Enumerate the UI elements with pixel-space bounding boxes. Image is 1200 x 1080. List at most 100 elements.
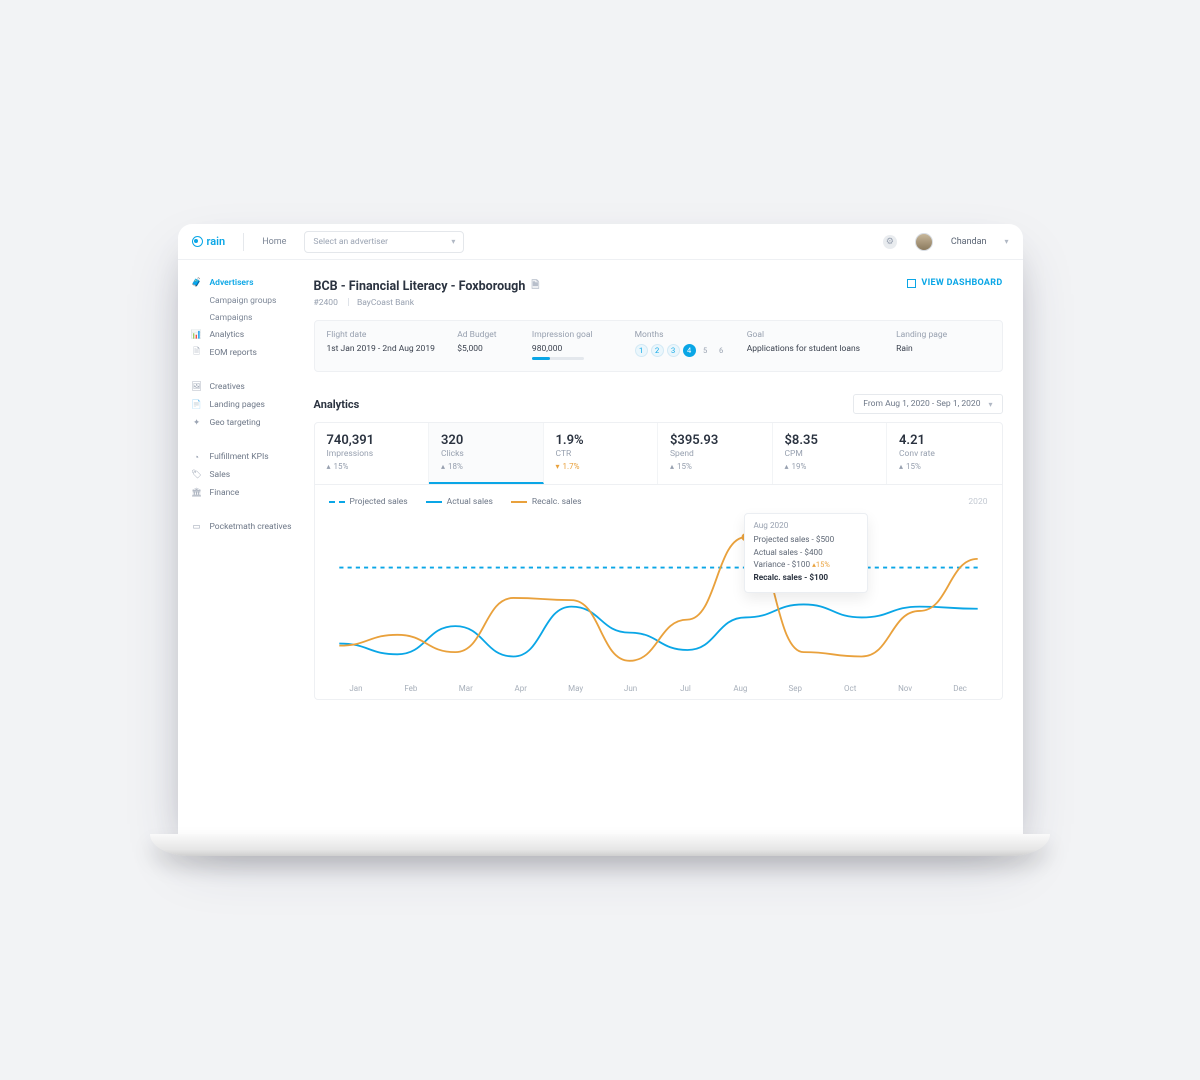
sidebar-item[interactable]: 📄Landing pages: [192, 396, 308, 414]
top-bar: rain Home Select an advertiser ▾ ⚙ Chand…: [178, 224, 1023, 260]
impr-goal-value: 980,000: [532, 344, 635, 354]
months: Months 123456: [635, 330, 747, 360]
month-chip[interactable]: 4: [683, 344, 696, 357]
ad-budget: Ad Budget $5,000: [457, 330, 532, 360]
flight-value: 1st Jan 2019 - 2nd Aug 2019: [327, 344, 458, 354]
sidebar-sub-item[interactable]: Campaigns: [192, 309, 308, 326]
goal: Goal Applications for student loans: [747, 330, 896, 360]
trend-arrow-icon: ▴: [670, 462, 674, 471]
image-icon: 🖼: [192, 382, 202, 392]
chevron-down-icon: ▾: [451, 237, 455, 246]
trend-arrow-icon: ▾: [556, 462, 560, 471]
date-range-picker[interactable]: From Aug 1, 2020 - Sep 1, 2020 ▾: [853, 394, 1002, 414]
dashboard-icon: [907, 279, 916, 288]
bank-icon: 🏛: [192, 488, 202, 498]
kpi-label: Conv rate: [899, 449, 990, 459]
sidebar-item-label: Finance: [210, 488, 240, 498]
kpi-card[interactable]: $8.35CPM▴19%: [773, 423, 888, 484]
tooltip-row: Projected sales - $500: [754, 535, 858, 545]
kpi-value: 320: [441, 433, 531, 448]
avatar[interactable]: [915, 233, 933, 251]
kpi-delta: ▴18%: [441, 462, 531, 471]
sidebar-item[interactable]: 🏛 Finance: [192, 484, 308, 502]
flight-label: Flight date: [327, 330, 458, 340]
x-tick: Sep: [768, 684, 823, 693]
legend-item[interactable]: Projected sales: [329, 497, 408, 507]
sidebar-item-label: Analytics: [210, 330, 245, 340]
sidebar-sub-item[interactable]: Campaign groups: [192, 292, 308, 309]
month-chip[interactable]: 6: [715, 344, 728, 357]
sidebar-item[interactable]: 🗎 EOM reports: [192, 344, 308, 362]
chart-tooltip: Aug 2020Projected sales - $500Actual sal…: [744, 513, 868, 593]
brand-name: rain: [207, 235, 226, 248]
legend-item[interactable]: Recalc. sales: [511, 497, 582, 507]
app-window: rain Home Select an advertiser ▾ ⚙ Chand…: [178, 224, 1023, 834]
legend-label: Recalc. sales: [532, 497, 582, 507]
laptop-base: [150, 834, 1050, 856]
x-tick: Oct: [823, 684, 878, 693]
view-dashboard-button[interactable]: VIEW DASHBOARD: [907, 278, 1002, 288]
kpi-delta: ▴15%: [899, 462, 990, 471]
x-tick: Aug: [713, 684, 768, 693]
settings-gear-icon[interactable]: ⚙: [883, 235, 897, 249]
campaign-summary-strip: Flight date 1st Jan 2019 - 2nd Aug 2019 …: [314, 320, 1003, 372]
brand-logo[interactable]: rain: [192, 235, 226, 248]
kpi-delta: ▴15%: [670, 462, 760, 471]
sidebar-item[interactable]: 🏷Sales: [192, 466, 308, 484]
legend-label: Actual sales: [447, 497, 493, 507]
advertiser-select[interactable]: Select an advertiser ▾: [304, 231, 464, 253]
chart-legend: Projected sales Actual sales Recalc. sales: [329, 497, 988, 507]
kpi-label: Clicks: [441, 449, 531, 459]
sidebar-item[interactable]: ✦Geo targeting: [192, 414, 308, 432]
kpi-card[interactable]: 740,391Impressions▴15%: [315, 423, 430, 484]
sidebar-item[interactable]: 🧳Advertisers: [192, 274, 308, 292]
sidebar-item[interactable]: 📊Analytics: [192, 326, 308, 344]
month-chip[interactable]: 2: [651, 344, 664, 357]
advertiser-name: BayCoast Bank: [340, 298, 414, 308]
kpi-label: Impressions: [327, 449, 417, 459]
kpi-label: Spend: [670, 449, 760, 459]
landing-value: Rain: [896, 344, 989, 354]
kpi-value: $395.93: [670, 433, 760, 448]
divider: [243, 233, 244, 251]
flight-date: Flight date 1st Jan 2019 - 2nd Aug 2019: [327, 330, 458, 360]
chart-plot[interactable]: Aug 2020Projected sales - $500Actual sal…: [329, 517, 988, 682]
logo-mark-icon: [192, 236, 203, 247]
kpi-value: 740,391: [327, 433, 417, 448]
x-tick: Dec: [933, 684, 988, 693]
legend-label: Projected sales: [350, 497, 408, 507]
month-chip[interactable]: 1: [635, 344, 648, 357]
sidebar-item[interactable]: 🖼Creatives: [192, 378, 308, 396]
sidebar-item[interactable]: ◔Fulfillment KPIs: [192, 448, 308, 466]
user-menu-chevron-icon[interactable]: ▾: [1004, 237, 1008, 246]
kpi-card[interactable]: 1.9%CTR▾1.7%: [544, 423, 659, 484]
kpi-card[interactable]: 320Clicks ▴18%: [429, 423, 544, 484]
goal-value: Applications for student loans: [747, 344, 896, 354]
landing-page: Landing page Rain: [896, 330, 989, 360]
budget-label: Ad Budget: [457, 330, 532, 340]
campaign-id: #2400: [314, 298, 338, 308]
page-icon: 📄: [192, 400, 202, 410]
month-chip[interactable]: 5: [699, 344, 712, 357]
tooltip-pct: ▴15%: [812, 560, 830, 569]
sidebar-item-label: Fulfillment KPIs: [210, 452, 269, 462]
tooltip-month: Aug 2020: [754, 521, 858, 531]
tooltip-row: Variance - $100 ▴15%: [754, 560, 858, 570]
main-content: BCB - Financial Literacy - Foxborough 🗎 …: [308, 260, 1023, 834]
legend-item[interactable]: Actual sales: [426, 497, 493, 507]
analytics-title: Analytics: [314, 398, 360, 411]
sidebar-item[interactable]: ▭Pocketmath creatives: [192, 518, 308, 536]
x-tick: Jun: [603, 684, 658, 693]
page-header: BCB - Financial Literacy - Foxborough 🗎 …: [314, 278, 1003, 308]
kpi-card[interactable]: $395.93Spend ▴15%: [658, 423, 773, 484]
landing-label: Landing page: [896, 330, 989, 340]
month-chip[interactable]: 3: [667, 344, 680, 357]
kpi-card[interactable]: 4.21Conv rate▴15%: [887, 423, 1002, 484]
sidebar-item-label: EOM reports: [210, 348, 257, 358]
home-link[interactable]: Home: [262, 237, 286, 247]
x-tick: May: [548, 684, 603, 693]
user-name: Chandan: [951, 237, 987, 247]
card-icon: ▭: [192, 522, 202, 532]
x-tick: Apr: [493, 684, 548, 693]
doc-icon: 🗎: [192, 348, 202, 358]
